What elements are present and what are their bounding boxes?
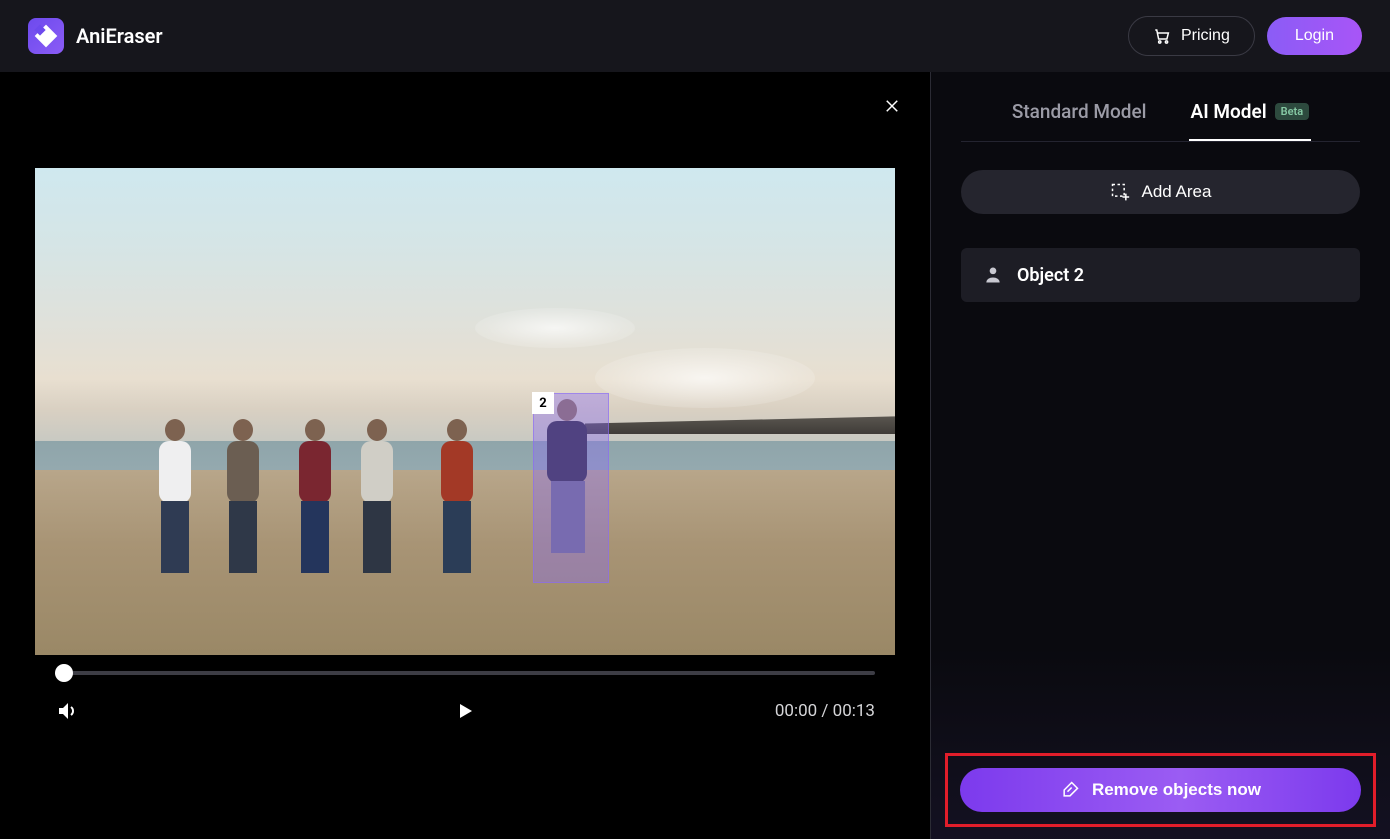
person <box>219 413 267 583</box>
app-header: AniEraser Pricing Login <box>0 0 1390 72</box>
beta-badge: Beta <box>1275 103 1310 120</box>
progress-thumb[interactable] <box>55 664 73 682</box>
video-panel: 2 00:00 / 00:13 <box>0 72 930 839</box>
add-area-icon <box>1110 182 1130 202</box>
app-name: AniEraser <box>76 24 163 48</box>
progress-track <box>55 671 875 675</box>
brush-icon <box>1060 780 1080 800</box>
person <box>151 413 199 583</box>
tab-standard-model[interactable]: Standard Model <box>1010 100 1149 141</box>
tab-ai-model[interactable]: AI Model Beta <box>1189 100 1312 141</box>
app-logo-icon <box>28 18 64 54</box>
main-layout: 2 00:00 / 00:13 <box>0 72 1390 839</box>
remove-highlight-frame: Remove objects now <box>945 753 1376 827</box>
video-preview[interactable]: 2 <box>35 168 895 655</box>
pricing-label: Pricing <box>1181 27 1230 45</box>
play-button[interactable] <box>453 699 477 723</box>
add-area-label: Add Area <box>1142 182 1212 202</box>
object-label: Object 2 <box>1017 265 1084 286</box>
remove-objects-button[interactable]: Remove objects now <box>960 768 1361 812</box>
video-controls: 00:00 / 00:13 <box>55 699 875 723</box>
person <box>353 413 401 583</box>
time-display: 00:00 / 00:13 <box>775 701 875 721</box>
tab-standard-label: Standard Model <box>1012 100 1147 123</box>
close-icon <box>883 97 901 115</box>
video-frame: 2 <box>35 168 895 655</box>
login-label: Login <box>1295 27 1334 44</box>
remove-objects-label: Remove objects now <box>1092 780 1261 800</box>
person <box>433 413 481 583</box>
logo-section: AniEraser <box>28 18 163 54</box>
cloud <box>475 308 635 348</box>
play-icon <box>453 699 477 723</box>
header-actions: Pricing Login <box>1128 16 1362 56</box>
login-button[interactable]: Login <box>1267 17 1362 55</box>
person <box>291 413 339 583</box>
progress-bar[interactable] <box>55 671 875 675</box>
close-button[interactable] <box>880 94 904 118</box>
person-icon <box>983 265 1003 285</box>
selection-number: 2 <box>532 392 554 414</box>
current-time: 00:00 <box>775 701 817 721</box>
pricing-button[interactable]: Pricing <box>1128 16 1255 56</box>
cart-icon <box>1153 27 1171 45</box>
object-item[interactable]: Object 2 <box>961 248 1360 302</box>
side-panel: Standard Model AI Model Beta Add Area Ob… <box>930 72 1390 839</box>
model-tabs: Standard Model AI Model Beta <box>961 72 1360 142</box>
volume-button[interactable] <box>55 699 79 723</box>
tab-ai-label: AI Model <box>1191 100 1267 123</box>
volume-icon <box>55 699 79 723</box>
add-area-button[interactable]: Add Area <box>961 170 1360 214</box>
cloud <box>595 348 815 408</box>
total-time: 00:13 <box>833 701 875 721</box>
selection-overlay[interactable]: 2 <box>533 393 609 583</box>
